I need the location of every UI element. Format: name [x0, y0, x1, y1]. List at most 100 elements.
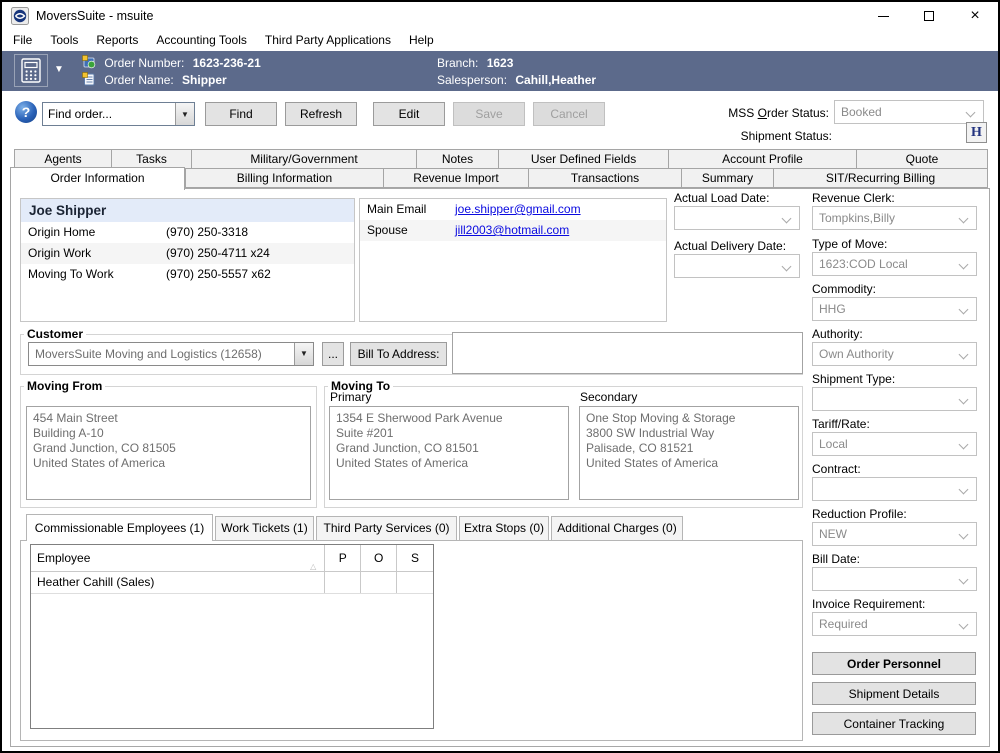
tab-summary[interactable]: Summary: [681, 168, 774, 188]
actual-delivery-date-select[interactable]: [674, 254, 800, 278]
container-tracking-button[interactable]: Container Tracking: [812, 712, 976, 735]
menu-help[interactable]: Help: [400, 30, 443, 51]
tab-quote[interactable]: Quote: [856, 149, 988, 169]
reduction-profile-select[interactable]: NEW: [812, 522, 977, 546]
customer-select[interactable]: MoversSuite Moving and Logistics (12658)…: [28, 342, 314, 366]
menu-tools[interactable]: Tools: [41, 30, 87, 51]
type-of-move-label: Type of Move:: [812, 237, 887, 251]
tab-military-government[interactable]: Military/Government: [191, 149, 417, 169]
maximize-button[interactable]: [906, 2, 952, 30]
find-button[interactable]: Find: [205, 102, 277, 126]
tab-work-tickets[interactable]: Work Tickets (1): [215, 516, 314, 540]
order-personnel-button[interactable]: Order Personnel: [812, 652, 976, 675]
app-window: MoversSuite - msuite × File Tools Report…: [0, 0, 1000, 753]
refresh-button[interactable]: Refresh: [285, 102, 357, 126]
edit-button[interactable]: Edit: [373, 102, 445, 126]
column-p[interactable]: P: [324, 545, 360, 571]
mss-order-status-value: Booked: [841, 105, 882, 119]
actual-delivery-date-label: Actual Delivery Date:: [674, 239, 786, 253]
type-of-move-select[interactable]: 1623:COD Local: [812, 252, 977, 276]
phone-value: (970) 250-5557 x62: [166, 264, 271, 285]
customer-value: MoversSuite Moving and Logistics (12658): [35, 347, 262, 361]
chevron-down-icon: [959, 620, 969, 630]
phone-row[interactable]: Moving To Work (970) 250-5557 x62: [21, 264, 354, 285]
table-row[interactable]: Heather Cahill (Sales): [31, 572, 433, 594]
order-number-icon: [82, 55, 96, 73]
tab-additional-charges[interactable]: Additional Charges (0): [551, 516, 683, 540]
close-button[interactable]: ×: [952, 2, 998, 30]
chevron-down-icon: [959, 530, 969, 540]
branch-value: 1623: [487, 56, 514, 70]
menu-accounting-tools[interactable]: Accounting Tools: [147, 30, 256, 51]
history-button[interactable]: H: [966, 122, 987, 143]
tab-extra-stops[interactable]: Extra Stops (0): [459, 516, 549, 540]
commodity-select[interactable]: HHG: [812, 297, 977, 321]
find-order-dropdown-icon[interactable]: ▼: [175, 103, 194, 125]
revenue-clerk-label: Revenue Clerk:: [812, 191, 895, 205]
phone-row[interactable]: Origin Work (970) 250-4711 x24: [21, 243, 354, 264]
email-link[interactable]: joe.shipper@gmail.com: [455, 199, 581, 220]
moving-to-secondary-label: Secondary: [580, 390, 637, 404]
tab-notes[interactable]: Notes: [416, 149, 499, 169]
tab-tasks[interactable]: Tasks: [111, 149, 192, 169]
tab-revenue-import[interactable]: Revenue Import: [383, 168, 529, 188]
phone-value: (970) 250-4711 x24: [166, 243, 270, 264]
tab-order-information[interactable]: Order Information: [10, 167, 185, 190]
help-icon[interactable]: ?: [15, 101, 37, 123]
menu-file[interactable]: File: [4, 30, 41, 51]
tab-transactions[interactable]: Transactions: [528, 168, 682, 188]
contract-label: Contract:: [812, 462, 861, 476]
customer-dropdown-icon[interactable]: ▼: [294, 343, 313, 365]
order-number-label: Order Number:: [104, 56, 184, 70]
phone-value: (970) 250-3318: [166, 222, 248, 243]
bill-to-address-button[interactable]: Bill To Address:: [350, 342, 447, 366]
invoice-requirement-select[interactable]: Required: [812, 612, 977, 636]
calculator-menu-button[interactable]: [14, 54, 48, 87]
menu-third-party-applications[interactable]: Third Party Applications: [256, 30, 400, 51]
minimize-button[interactable]: [860, 2, 906, 30]
moving-to-primary-address: 1354 E Sherwood Park Avenue Suite #201 G…: [329, 406, 569, 500]
actual-load-date-select[interactable]: [674, 206, 800, 230]
calculator-dropdown-icon[interactable]: ▼: [54, 64, 64, 75]
column-s[interactable]: S: [396, 545, 433, 571]
tab-commissionable-employees[interactable]: Commissionable Employees (1): [26, 514, 213, 541]
order-number-value: 1623-236-21: [193, 56, 261, 70]
revenue-clerk-select[interactable]: Tompkins,Billy: [812, 206, 977, 230]
mss-order-status-select[interactable]: Booked: [834, 100, 984, 124]
menu-reports[interactable]: Reports: [87, 30, 147, 51]
column-employee[interactable]: Employee △: [31, 545, 324, 571]
moving-from-group-label: Moving From: [24, 379, 105, 393]
tab-agents[interactable]: Agents: [14, 149, 112, 169]
cell-s: [396, 572, 433, 593]
chevron-down-icon: [959, 395, 969, 405]
bill-date-label: Bill Date:: [812, 552, 860, 566]
close-icon: ×: [970, 8, 979, 24]
chevron-down-icon: [959, 485, 969, 495]
tab-account-profile[interactable]: Account Profile: [668, 149, 857, 169]
shipment-details-button[interactable]: Shipment Details: [812, 682, 976, 705]
find-order-combobox[interactable]: ▼: [42, 102, 195, 126]
customer-ellipsis-button[interactable]: ...: [322, 342, 344, 366]
employees-table-header: Employee △ P O S: [31, 545, 433, 572]
find-order-input[interactable]: [43, 103, 176, 125]
maximize-icon: [924, 11, 934, 21]
column-o[interactable]: O: [360, 545, 396, 571]
tab-third-party-services[interactable]: Third Party Services (0): [316, 516, 457, 540]
contract-select[interactable]: [812, 477, 977, 501]
tariff-rate-select[interactable]: Local: [812, 432, 977, 456]
email-row: Main Email joe.shipper@gmail.com: [360, 199, 666, 220]
bill-date-select[interactable]: [812, 567, 977, 591]
shipper-email-panel: Main Email joe.shipper@gmail.com Spouse …: [359, 198, 667, 322]
branch-label: Branch:: [437, 56, 478, 70]
authority-select[interactable]: Own Authority: [812, 342, 977, 366]
tab-sit-recurring-billing[interactable]: SIT/Recurring Billing: [773, 168, 988, 188]
tab-billing-information[interactable]: Billing Information: [185, 168, 384, 188]
shipment-type-select[interactable]: [812, 387, 977, 411]
email-link[interactable]: jill2003@hotmail.com: [455, 220, 569, 241]
tab-user-defined-fields[interactable]: User Defined Fields: [498, 149, 669, 169]
moving-from-address: 454 Main Street Building A-10 Grand Junc…: [26, 406, 311, 500]
cell-o: [360, 572, 396, 593]
tariff-rate-label: Tariff/Rate:: [812, 417, 870, 431]
salesperson-value: Cahill,Heather: [515, 73, 596, 87]
phone-row[interactable]: Origin Home (970) 250-3318: [21, 222, 354, 243]
